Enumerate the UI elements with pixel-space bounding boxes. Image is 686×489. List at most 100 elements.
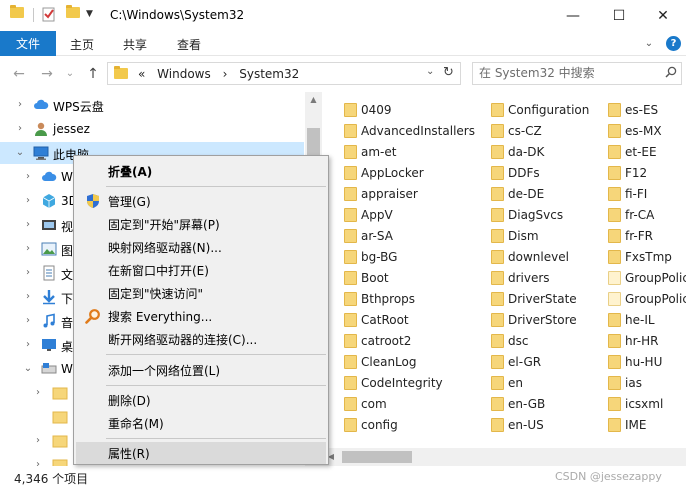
- file-item[interactable]: en-GB: [491, 393, 545, 414]
- file-item[interactable]: ar-SA: [344, 225, 393, 246]
- file-item[interactable]: IME: [608, 414, 646, 435]
- breadcrumb-separator[interactable]: ›: [223, 67, 228, 81]
- breadcrumb-overflow[interactable]: «: [138, 67, 145, 81]
- file-item[interactable]: catroot2: [344, 330, 411, 351]
- chevron-right-icon[interactable]: ›: [32, 435, 44, 447]
- menu-item-search-everything[interactable]: 搜索 Everything...: [76, 305, 326, 327]
- forward-button[interactable]: →: [39, 66, 55, 82]
- refresh-icon[interactable]: ↻: [443, 65, 454, 80]
- file-item[interactable]: icsxml: [608, 393, 663, 414]
- tab-file[interactable]: 文件: [0, 31, 56, 56]
- file-item[interactable]: en-US: [491, 414, 544, 435]
- minimize-button[interactable]: —: [550, 0, 596, 31]
- horizontal-scroll-thumb[interactable]: [342, 451, 412, 463]
- file-item[interactable]: es-ES: [608, 99, 658, 120]
- close-button[interactable]: ✕: [640, 0, 686, 31]
- tab-share[interactable]: 共享: [123, 36, 147, 53]
- file-item[interactable]: el-GR: [491, 351, 541, 372]
- breadcrumb-system32[interactable]: System32: [239, 67, 299, 81]
- address-bar[interactable]: « Windows › System32 ⌄ ↻: [107, 62, 461, 85]
- file-item[interactable]: Dism: [491, 225, 539, 246]
- file-list-horizontal-scrollbar[interactable]: ◀: [322, 448, 686, 466]
- chevron-right-icon[interactable]: ›: [22, 339, 34, 351]
- file-item[interactable]: en: [491, 372, 523, 393]
- properties-icon[interactable]: [42, 6, 56, 25]
- file-item[interactable]: dsc: [491, 330, 528, 351]
- file-item[interactable]: appraiser: [344, 183, 418, 204]
- nav-scroll-up-icon[interactable]: ▲: [305, 92, 322, 108]
- menu-item-pin-start[interactable]: 固定到"开始"屏幕(P): [76, 213, 326, 235]
- file-item[interactable]: am-et: [344, 141, 396, 162]
- nav-tree-item[interactable]: › jessez: [0, 118, 304, 140]
- file-item[interactable]: DriverState: [491, 288, 577, 309]
- file-item[interactable]: F12: [608, 162, 647, 183]
- help-icon[interactable]: ?: [666, 36, 681, 51]
- file-item[interactable]: Boot: [344, 267, 389, 288]
- menu-item-add-network-location[interactable]: 添加一个网络位置(L): [76, 359, 326, 381]
- chevron-right-icon[interactable]: ›: [22, 171, 34, 183]
- tab-home[interactable]: 主页: [70, 36, 94, 53]
- file-item[interactable]: ias: [608, 372, 642, 393]
- file-item[interactable]: 0409: [344, 99, 392, 120]
- file-item[interactable]: GroupPolic: [608, 267, 686, 288]
- menu-item-map-network-drive[interactable]: 映射网络驱动器(N)...: [76, 236, 326, 258]
- file-item[interactable]: de-DE: [491, 183, 544, 204]
- file-item[interactable]: CleanLog: [344, 351, 417, 372]
- chevron-right-icon[interactable]: ›: [32, 387, 44, 399]
- file-item[interactable]: com: [344, 393, 387, 414]
- file-item[interactable]: DriverStore: [491, 309, 577, 330]
- file-item[interactable]: es-MX: [608, 120, 662, 141]
- file-item[interactable]: config: [344, 414, 398, 435]
- file-item[interactable]: Bthprops: [344, 288, 415, 309]
- file-item[interactable]: bg-BG: [344, 246, 397, 267]
- file-item[interactable]: FxsTmp: [608, 246, 672, 267]
- tab-view[interactable]: 查看: [177, 36, 201, 53]
- menu-item-properties[interactable]: 属性(R): [76, 442, 326, 464]
- new-folder-icon[interactable]: [66, 5, 80, 18]
- file-item[interactable]: CodeIntegrity: [344, 372, 443, 393]
- file-item[interactable]: da-DK: [491, 141, 544, 162]
- chevron-right-icon[interactable]: ›: [22, 291, 34, 303]
- file-item[interactable]: DiagSvcs: [491, 204, 563, 225]
- up-button[interactable]: ↑: [85, 66, 101, 82]
- chevron-down-icon[interactable]: ⌄: [22, 363, 34, 375]
- nav-tree-item[interactable]: › WPS云盘: [0, 94, 304, 116]
- ribbon-expand-icon[interactable]: ⌄: [643, 38, 655, 50]
- address-dropdown-icon[interactable]: ⌄: [426, 66, 434, 77]
- file-item[interactable]: downlevel: [491, 246, 569, 267]
- file-item[interactable]: GroupPolic: [608, 288, 686, 309]
- search-icon[interactable]: [665, 66, 677, 78]
- customize-quick-access-icon[interactable]: ▼: [86, 9, 93, 19]
- chevron-right-icon[interactable]: ›: [22, 315, 34, 327]
- menu-item-delete[interactable]: 删除(D): [76, 389, 326, 411]
- menu-item-disconnect-drive[interactable]: 断开网络驱动器的连接(C)...: [76, 328, 326, 350]
- chevron-right-icon[interactable]: ›: [14, 123, 26, 135]
- chevron-right-icon[interactable]: ›: [22, 267, 34, 279]
- chevron-right-icon[interactable]: ›: [22, 219, 34, 231]
- back-button[interactable]: ←: [11, 66, 27, 82]
- chevron-right-icon[interactable]: ›: [32, 459, 44, 466]
- file-item[interactable]: AppLocker: [344, 162, 424, 183]
- file-item[interactable]: hu-HU: [608, 351, 662, 372]
- menu-item-pin-quick-access[interactable]: 固定到"快速访问": [76, 282, 326, 304]
- file-item[interactable]: et-EE: [608, 141, 657, 162]
- chevron-right-icon[interactable]: ›: [22, 195, 34, 207]
- menu-item-manage[interactable]: 管理(G): [76, 190, 326, 212]
- chevron-right-icon[interactable]: ›: [14, 99, 26, 111]
- maximize-button[interactable]: ☐: [596, 0, 642, 31]
- search-input[interactable]: [479, 66, 659, 80]
- file-item[interactable]: fr-CA: [608, 204, 654, 225]
- file-item[interactable]: AdvancedInstallers: [344, 120, 475, 141]
- file-item[interactable]: drivers: [491, 267, 550, 288]
- menu-item-open-new-window[interactable]: 在新窗口中打开(E): [76, 259, 326, 281]
- file-item[interactable]: cs-CZ: [491, 120, 542, 141]
- file-item[interactable]: CatRoot: [344, 309, 409, 330]
- search-box[interactable]: [472, 62, 682, 85]
- file-item[interactable]: he-IL: [608, 309, 655, 330]
- breadcrumb-windows[interactable]: Windows: [157, 67, 211, 81]
- menu-item-rename[interactable]: 重命名(M): [76, 412, 326, 434]
- chevron-down-icon[interactable]: ⌄: [14, 147, 26, 159]
- file-item[interactable]: fr-FR: [608, 225, 653, 246]
- chevron-right-icon[interactable]: ›: [22, 243, 34, 255]
- file-item[interactable]: Configuration: [491, 99, 589, 120]
